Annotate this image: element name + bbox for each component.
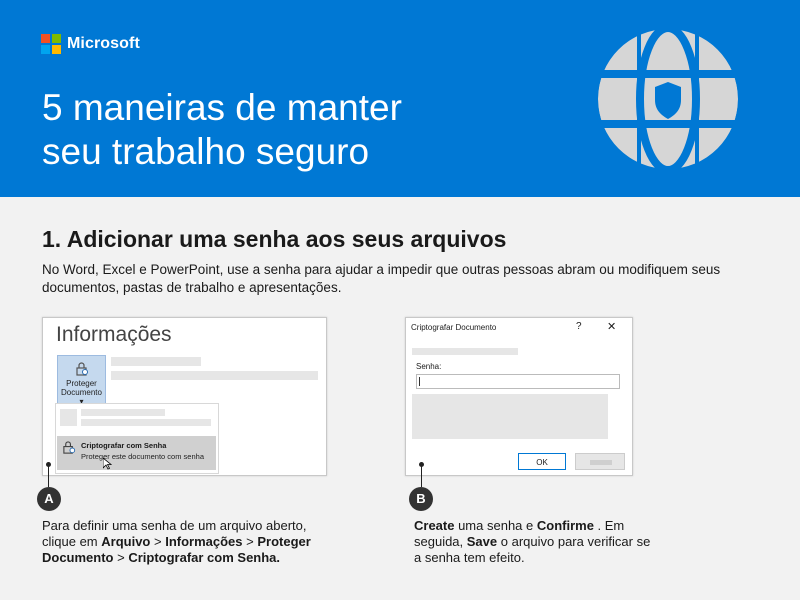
encrypt-item-title: Criptografar com Senha xyxy=(81,441,167,450)
caption-bold: Create xyxy=(414,518,455,533)
placeholder-bar xyxy=(111,357,201,366)
page-title: 5 maneiras de manter seu trabalho seguro xyxy=(42,86,502,174)
title-line-1: 5 maneiras de manter xyxy=(42,87,402,128)
connector-line-b xyxy=(421,465,422,487)
section-title: 1. Adicionar uma senha aos seus arquivos xyxy=(42,226,507,252)
placeholder-bar xyxy=(111,371,318,380)
placeholder-bar xyxy=(412,348,518,355)
placeholder-bar xyxy=(81,419,211,426)
mouse-cursor-icon xyxy=(103,458,112,470)
hero-banner: Microsoft 5 maneiras de manter seu traba… xyxy=(0,0,800,197)
ok-button[interactable]: OK xyxy=(518,453,566,470)
lock-search-icon xyxy=(75,362,88,376)
cancel-label-placeholder xyxy=(590,460,612,465)
help-icon[interactable]: ? xyxy=(576,321,582,332)
protect-label-1: Proteger xyxy=(66,379,97,388)
step-b-badge: B xyxy=(409,487,433,511)
password-label: Senha: xyxy=(416,362,442,371)
microsoft-logo: Microsoft xyxy=(41,34,140,54)
microsoft-logo-icon xyxy=(41,34,61,54)
cancel-button[interactable] xyxy=(575,453,625,470)
caption-bold: Arquivo xyxy=(101,534,151,549)
step-a-badge: A xyxy=(37,487,61,511)
globe-shield-icon xyxy=(597,28,739,170)
encrypt-with-password-item[interactable]: Criptografar com Senha Proteger este doc… xyxy=(57,436,216,470)
screenshot-info-pane: Informações Proteger Documento ▾ Criptog… xyxy=(42,317,327,476)
caption-text: > xyxy=(150,534,166,549)
placeholder-block xyxy=(412,394,608,439)
caption-bold: Confirme xyxy=(536,518,594,533)
connector-line-a xyxy=(48,465,49,487)
placeholder-bar xyxy=(81,409,165,416)
info-heading: Informações xyxy=(56,323,172,346)
caption-bold: Save xyxy=(466,534,498,549)
protect-menu-popup: Criptografar com Senha Proteger este doc… xyxy=(55,403,219,474)
caption-text: > xyxy=(242,534,258,549)
close-icon[interactable]: ✕ xyxy=(607,320,616,333)
encrypt-item-subtitle: Proteger este documento com senha xyxy=(81,452,204,461)
lock-search-icon xyxy=(63,441,76,454)
dialog-title: Criptografar Documento xyxy=(411,323,497,332)
caption-bold: Criptografar com Senha. xyxy=(128,550,281,565)
screenshot-encrypt-dialog: Criptografar Documento ? ✕ Senha: OK xyxy=(405,317,633,476)
caption-bold: Informações xyxy=(165,534,243,549)
step-a-caption: Para definir uma senha de um arquivo abe… xyxy=(42,518,342,566)
text-caret xyxy=(419,377,420,386)
title-line-2: seu trabalho seguro xyxy=(42,131,370,172)
password-field[interactable] xyxy=(416,374,620,389)
microsoft-wordmark: Microsoft xyxy=(67,35,140,52)
caption-text: > xyxy=(113,550,129,565)
menu-icon-placeholder xyxy=(60,409,77,426)
protect-document-button[interactable]: Proteger Documento ▾ xyxy=(57,355,106,406)
protect-label-2: Documento xyxy=(61,388,102,397)
caption-text: uma senha e xyxy=(454,518,537,533)
step-b-caption: Create uma senha e Confirme . Em seguida… xyxy=(414,518,654,566)
section-description: No Word, Excel e PowerPoint, use a senha… xyxy=(42,262,721,295)
